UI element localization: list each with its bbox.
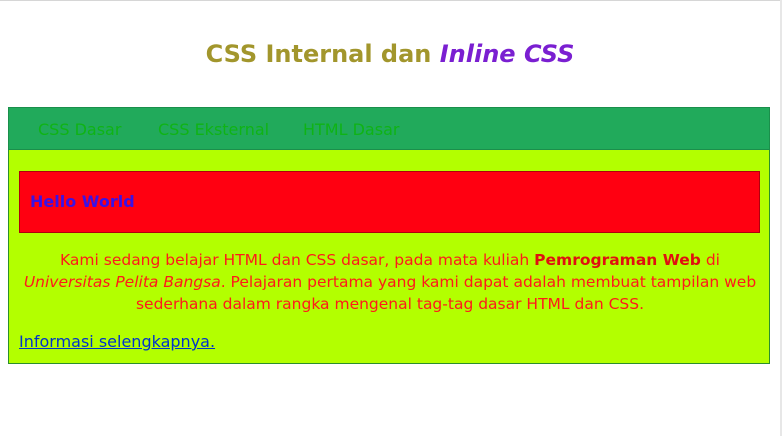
title-internal-part: CSS Internal dan bbox=[205, 40, 440, 68]
paragraph-text-1: Kami sedang belajar HTML dan CSS dasar, … bbox=[60, 251, 535, 269]
title-inline-part: Inline CSS bbox=[439, 40, 575, 68]
more-info-link[interactable]: Informasi selengkapnya. bbox=[19, 331, 215, 353]
page: CSS Internal dan Inline CSS CSS Dasar CS… bbox=[0, 0, 780, 436]
course-name: Pemrograman Web bbox=[534, 251, 701, 269]
paragraph-text-2: di bbox=[700, 251, 720, 269]
nav-link-css-eksternal[interactable]: CSS Eksternal bbox=[158, 120, 269, 140]
content-box: Hello World Kami sedang belajar HTML dan… bbox=[8, 150, 770, 364]
navbar: CSS Dasar CSS Eksternal HTML Dasar bbox=[8, 107, 770, 150]
page-title: CSS Internal dan Inline CSS bbox=[0, 38, 780, 70]
description-paragraph: Kami sedang belajar HTML dan CSS dasar, … bbox=[19, 249, 761, 315]
nav-link-css-dasar[interactable]: CSS Dasar bbox=[38, 120, 121, 140]
nav-link-html-dasar[interactable]: HTML Dasar bbox=[303, 120, 399, 140]
hello-heading: Hello World bbox=[30, 192, 135, 211]
university-name: Universitas Pelita Bangsa bbox=[23, 273, 221, 291]
paragraph-text-3: . Pelajaran pertama yang kami dapat adal… bbox=[135, 273, 757, 313]
hello-box: Hello World bbox=[19, 171, 760, 233]
